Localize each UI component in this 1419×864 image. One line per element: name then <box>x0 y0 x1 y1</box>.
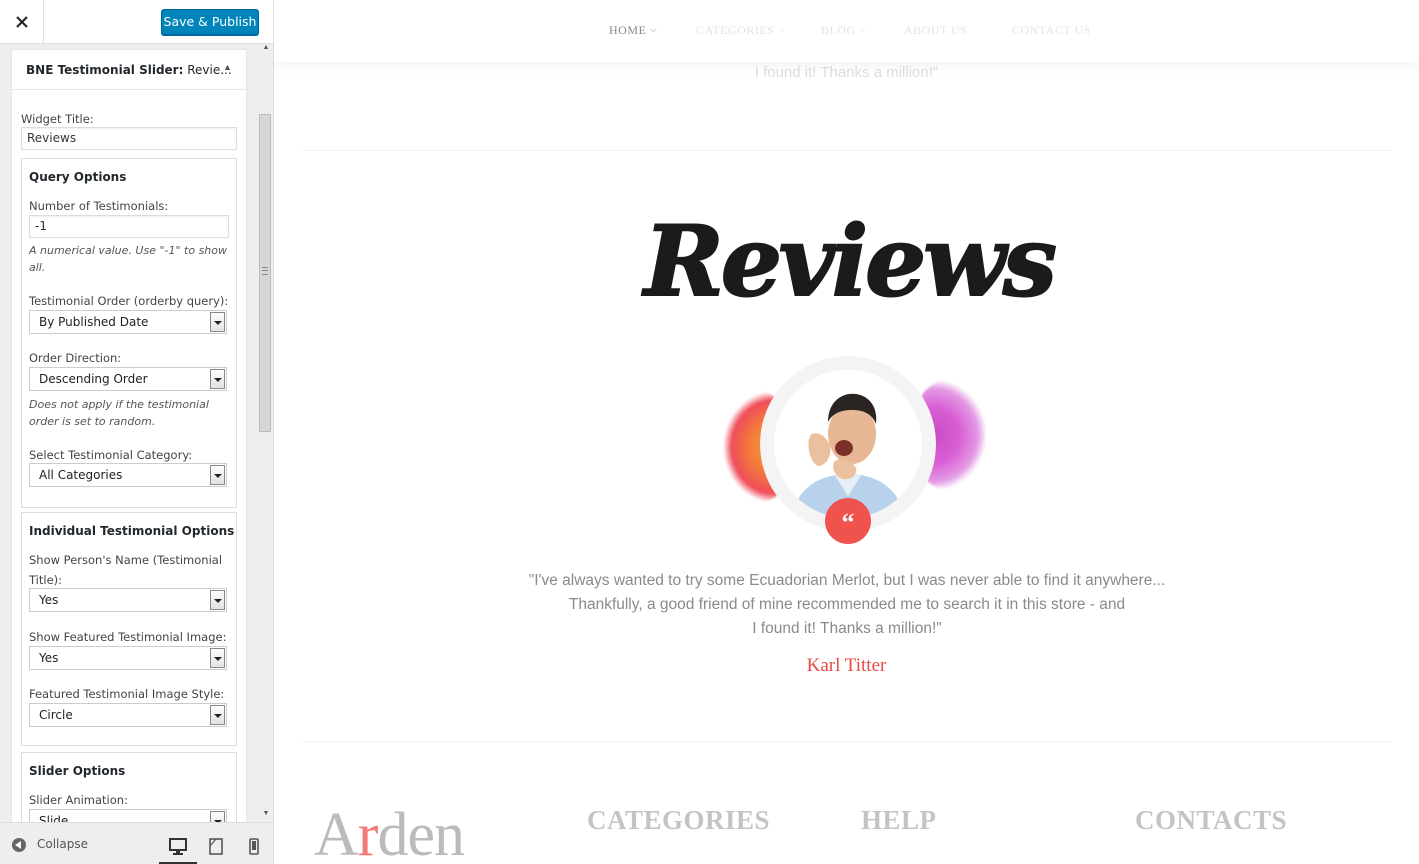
category-label: Select Testimonial Category: <box>29 448 193 462</box>
desktop-icon[interactable] <box>159 835 197 864</box>
testimonial-line: I found it! Thanks a million!" <box>752 620 942 637</box>
nav-item-categories[interactable]: CATEGORIES ⌵ <box>696 23 785 38</box>
quote-icon: “ <box>825 498 871 544</box>
image-style-select-value: Circle <box>39 708 73 722</box>
section-divider <box>302 150 1392 151</box>
chevron-down-icon <box>210 811 225 822</box>
image-style-select[interactable]: Circle <box>29 703 227 727</box>
testimonial-count-description: A numerical value. Use "-1" to show all. <box>29 244 228 274</box>
chevron-down-icon: ⌵ <box>650 25 657 34</box>
chevron-down-icon <box>210 369 225 389</box>
category-select-value: All Categories <box>39 468 123 482</box>
chevron-down-icon: ⌵ <box>859 25 867 34</box>
grip-icon <box>262 267 268 275</box>
footer-logo[interactable]: Arden <box>314 800 465 864</box>
show-image-label: Show Featured Testimonial Image: <box>29 630 227 644</box>
chevron-down-icon <box>210 465 225 485</box>
collapse-arrow-icon[interactable]: ▲ <box>223 62 232 72</box>
nav-categories-label: CATEGORIES <box>696 23 775 37</box>
nav-item-home[interactable]: HOME ⌵ <box>609 23 657 38</box>
close-icon[interactable] <box>0 0 44 44</box>
widget-title-input[interactable]: Reviews <box>21 127 237 150</box>
direction-select[interactable]: Descending Order <box>29 367 227 391</box>
order-label: Testimonial Order (orderby query): <box>29 294 229 308</box>
nav-item-contact[interactable]: CONTACT US <box>1012 23 1091 38</box>
testimonial-count-label: Number of Testimonials: <box>29 199 169 213</box>
show-name-select-value: Yes <box>39 593 59 607</box>
nav-item-about[interactable]: ABOUT US <box>904 23 967 38</box>
testimonial-text: "I've always wanted to try some Ecuadori… <box>474 569 1220 641</box>
chevron-down-icon <box>210 312 225 332</box>
chevron-down-icon: ⌵ <box>778 25 785 34</box>
order-select[interactable]: By Published Date <box>29 310 227 334</box>
reviews-heading-text: Reviews <box>641 205 1056 318</box>
mobile-icon[interactable] <box>243 835 265 857</box>
customizer-footer: Collapse <box>0 822 273 864</box>
chevron-down-icon <box>210 648 225 668</box>
individual-options-group: Individual Testimonial Options Show Pers… <box>21 512 237 746</box>
testimonial-line: Thankfully, a good friend of mine recomm… <box>568 596 1126 613</box>
footer-heading-contacts: CONTACTS <box>1135 805 1288 835</box>
widget-form: BNE Testimonial Slider: Revie... ▲ Widge… <box>11 49 247 822</box>
avatar <box>774 370 922 518</box>
show-image-select[interactable]: Yes <box>29 646 227 670</box>
order-select-value: By Published Date <box>39 315 149 329</box>
tablet-icon[interactable] <box>205 835 227 857</box>
scrollbar-thumb[interactable] <box>259 114 271 432</box>
direction-select-value: Descending Order <box>39 372 148 386</box>
show-name-label-line2: Title): <box>29 573 63 587</box>
customizer-sidebar: Save & Publish BNE Testimonial Slider: R… <box>0 0 274 864</box>
chevron-down-icon <box>210 705 225 725</box>
nav-home-label: HOME <box>609 23 647 37</box>
image-style-label: Featured Testimonial Image Style: <box>29 687 225 701</box>
customizer-header: Save & Publish <box>0 0 273 44</box>
slider-animation-select[interactable]: Slide <box>29 809 227 822</box>
show-image-select-value: Yes <box>39 651 59 665</box>
logo-rest: den <box>377 801 465 864</box>
site-preview: HOME ⌵ CATEGORIES ⌵ BLOG ⌵ ABOUT US CONTACT… <box>274 0 1419 864</box>
widget-title-label: Widget Title: <box>21 112 94 126</box>
slider-options-group: Slider Options Slider Animation: Slide <box>21 752 237 822</box>
testimonial-person-name: Karl Titter <box>806 655 887 676</box>
site-navigation: HOME ⌵ CATEGORIES ⌵ BLOG ⌵ ABOUT US CONTACT… <box>274 0 1419 62</box>
query-options-group: Query Options Number of Testimonials: -1… <box>21 158 237 508</box>
widget-heading-name: BNE Testimonial Slider: <box>26 63 184 77</box>
slider-animation-select-value: Slide <box>39 814 69 822</box>
category-select[interactable]: All Categories <box>29 463 227 487</box>
individual-options-title: Individual Testimonial Options <box>29 524 235 538</box>
direction-description: Does not apply if the testimonial order … <box>29 398 209 428</box>
slider-options-title: Slider Options <box>29 764 126 778</box>
previous-testimonial-tail: I found it! Thanks a million!" <box>754 64 939 81</box>
reviews-heading: Reviews <box>629 195 1069 335</box>
direction-label: Order Direction: <box>29 351 122 365</box>
testimonial-line: "I've always wanted to try some Ecuadori… <box>528 572 1166 589</box>
collapse-icon[interactable] <box>12 838 26 852</box>
slider-animation-label: Slider Animation: <box>29 793 128 807</box>
testimonial-avatar: “ <box>714 352 994 552</box>
nav-blog-label: BLOG <box>821 23 856 37</box>
show-name-select[interactable]: Yes <box>29 588 227 612</box>
query-options-title: Query Options <box>29 170 127 184</box>
footer-heading-help: HELP <box>861 805 937 835</box>
customizer-panel: BNE Testimonial Slider: Revie... ▲ Widge… <box>0 44 274 822</box>
footer-divider <box>302 741 1392 742</box>
widget-header[interactable]: BNE Testimonial Slider: Revie... ▲ <box>12 50 246 90</box>
logo-letter: A <box>314 801 359 864</box>
save-publish-button[interactable]: Save & Publish <box>161 9 259 35</box>
collapse-button[interactable]: Collapse <box>37 837 88 851</box>
footer-heading-categories: CATEGORIES <box>587 805 771 835</box>
scroll-down-arrow-icon[interactable]: ▼ <box>260 810 272 820</box>
logo-accent-letter: r <box>357 801 379 864</box>
testimonial-count-input[interactable]: -1 <box>29 215 229 238</box>
nav-item-blog[interactable]: BLOG ⌵ <box>821 23 866 38</box>
widget-heading: BNE Testimonial Slider: Revie... <box>26 63 232 77</box>
scroll-up-arrow-icon[interactable]: ▲ <box>260 44 272 54</box>
chevron-down-icon <box>210 590 225 610</box>
show-name-label-line1: Show Person's Name (Testimonial <box>29 553 223 567</box>
